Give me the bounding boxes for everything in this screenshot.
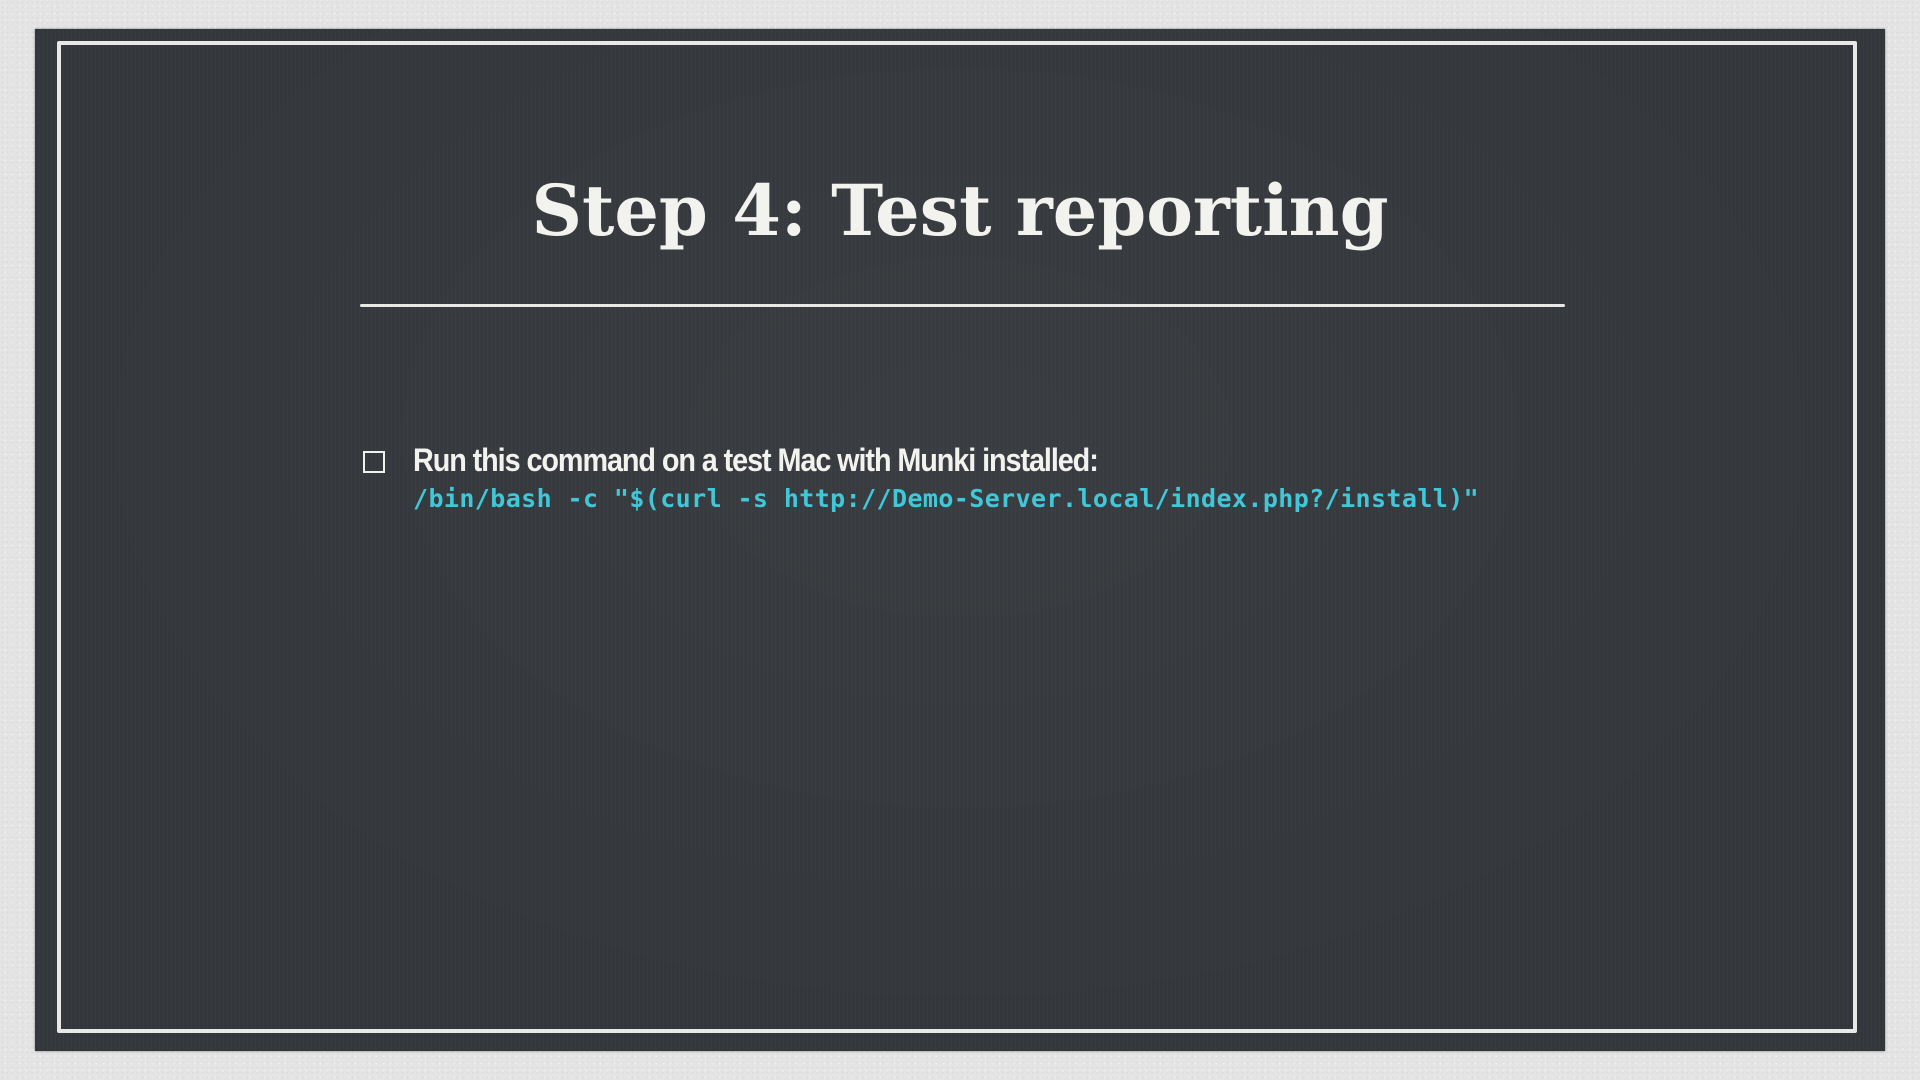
title-divider <box>360 304 1565 307</box>
bullet-text: Run this command on a test Mac with Munk… <box>413 442 1099 478</box>
command-text: /bin/bash -c "$(curl -s http://Demo-Serv… <box>413 484 1480 513</box>
checkbox-icon <box>363 451 385 473</box>
slide-title: Step 4: Test reporting <box>531 169 1389 252</box>
slide-board: Step 4: Test reporting Run this command … <box>35 29 1885 1051</box>
